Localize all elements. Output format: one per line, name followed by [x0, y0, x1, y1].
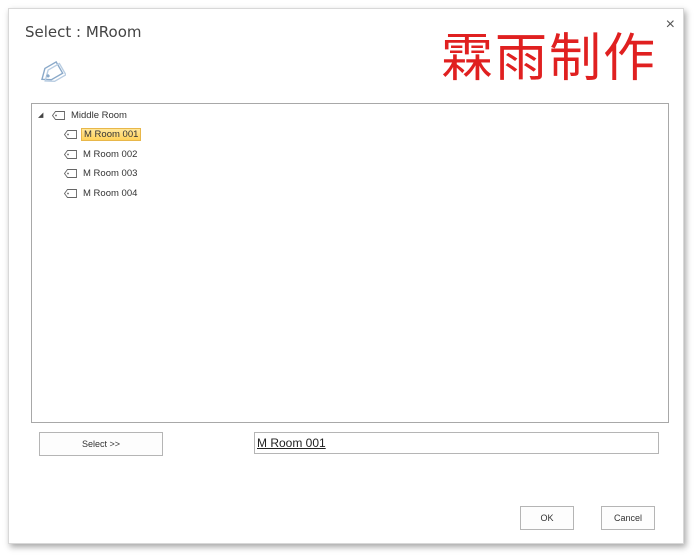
- tree-node-label: M Room 004: [83, 187, 138, 199]
- tag-icon: [63, 129, 77, 139]
- watermark-text: 霖雨制作: [441, 29, 658, 89]
- dialog-title: Select : MRoom: [25, 23, 142, 41]
- tag-icon: [36, 60, 67, 92]
- select-dialog: Select : MRoom × 霖雨制作 ◢ Middle Room M Ro…: [8, 8, 684, 544]
- tree-node-m-room-001[interactable]: M Room 001: [63, 126, 142, 142]
- tag-icon: [63, 188, 77, 198]
- tree-node-m-room-002[interactable]: M Room 002: [63, 146, 139, 162]
- selected-value-text: M Room 001: [257, 436, 326, 450]
- tree-node-label: M Room 003: [83, 167, 138, 179]
- ok-button[interactable]: OK: [520, 506, 574, 530]
- tag-icon: [51, 110, 65, 120]
- tree-node-m-room-004[interactable]: M Room 004: [63, 185, 139, 201]
- select-button[interactable]: Select >>: [39, 432, 163, 456]
- cancel-button[interactable]: Cancel: [601, 506, 655, 530]
- tree-node-root[interactable]: ◢ Middle Room: [38, 107, 129, 123]
- tag-icon: [63, 149, 77, 159]
- tree-node-label: Middle Room: [71, 109, 127, 121]
- tree-node-label: M Room 002: [83, 148, 138, 160]
- tree-node-label: M Room 001: [81, 127, 142, 141]
- close-icon[interactable]: ×: [666, 17, 675, 33]
- tag-icon: [63, 168, 77, 178]
- selected-value-field[interactable]: M Room 001: [254, 432, 659, 454]
- collapse-arrow-icon[interactable]: ◢: [38, 111, 48, 119]
- tree-node-m-room-003[interactable]: M Room 003: [63, 165, 139, 181]
- term-tree: ◢ Middle Room M Room 001 M Room 002 M Ro…: [31, 103, 669, 423]
